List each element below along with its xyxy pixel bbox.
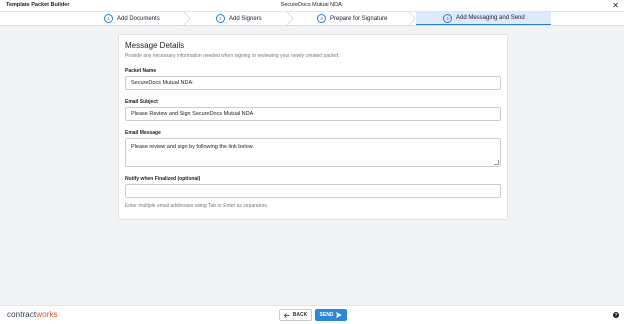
step-separator-icon <box>286 12 294 25</box>
step-add-messaging-and-send[interactable]: 4 Add Messaging and Send <box>416 12 551 25</box>
email-message-textarea[interactable]: Please review and sign by following the … <box>125 138 501 167</box>
send-button-label: SEND <box>319 312 334 318</box>
step-number: 2 <box>216 14 225 23</box>
notify-hint: Enter multiple email addresses using Tab… <box>125 203 269 209</box>
step-add-signers[interactable]: 2 Add Signers <box>216 12 262 25</box>
email-message-label: Email Message <box>125 130 161 136</box>
step-separator-icon <box>183 12 191 25</box>
close-icon[interactable]: ✕ <box>612 0 619 11</box>
step-label: Add Documents <box>117 15 160 22</box>
packet-name-label: Packet Name <box>125 68 157 74</box>
resize-handle-icon[interactable] <box>494 160 499 165</box>
step-label: Add Signers <box>229 15 262 22</box>
back-button-label: BACK <box>292 312 308 318</box>
title-bar: Template Packet Builder SecureDocs Mutua… <box>0 0 624 12</box>
step-separator-icon <box>408 12 416 25</box>
step-number: 3 <box>317 14 326 23</box>
card-title: Message Details <box>125 41 185 50</box>
logo-text: contract <box>7 310 37 319</box>
step-label: Prepare for Signature <box>330 15 388 22</box>
step-prepare-for-signature[interactable]: 3 Prepare for Signature <box>317 12 387 25</box>
step-add-documents[interactable]: 1 Add Documents <box>104 12 160 25</box>
notify-label: Notify when Finalized (optional) <box>125 176 201 182</box>
document-title: SecureDocs Mutual NDA: <box>280 2 344 8</box>
notify-email-input[interactable] <box>125 184 501 198</box>
send-button[interactable]: SEND <box>315 309 347 321</box>
packet-name-input[interactable]: SecureDocs Mutual NDA: <box>125 76 501 90</box>
step-label: Add Messaging and Send <box>456 15 525 21</box>
arrow-left-icon <box>283 312 290 318</box>
logo-accent-text: works <box>36 310 58 319</box>
step-number: 1 <box>104 14 113 23</box>
help-icon[interactable]: ? <box>613 312 619 318</box>
email-subject-label: Email Subject <box>125 99 158 105</box>
message-details-card: Message Details Provide any necessary in… <box>118 34 508 220</box>
email-message-text: Please review and sign by following the … <box>131 144 254 150</box>
contractworks-logo: contractworks <box>7 310 58 319</box>
step-number: 4 <box>443 13 452 23</box>
footer-bar: contractworks BACK SEND ? <box>0 305 624 324</box>
send-icon <box>336 312 343 318</box>
back-button[interactable]: BACK <box>279 309 312 321</box>
card-subtitle: Provide any necessary information needed… <box>125 53 340 59</box>
email-subject-input[interactable]: Please Review and Sign SecureDocs Mutual… <box>125 107 501 121</box>
wizard-stepper: 1 Add Documents 2 Add Signers 3 Prepare … <box>0 12 624 26</box>
